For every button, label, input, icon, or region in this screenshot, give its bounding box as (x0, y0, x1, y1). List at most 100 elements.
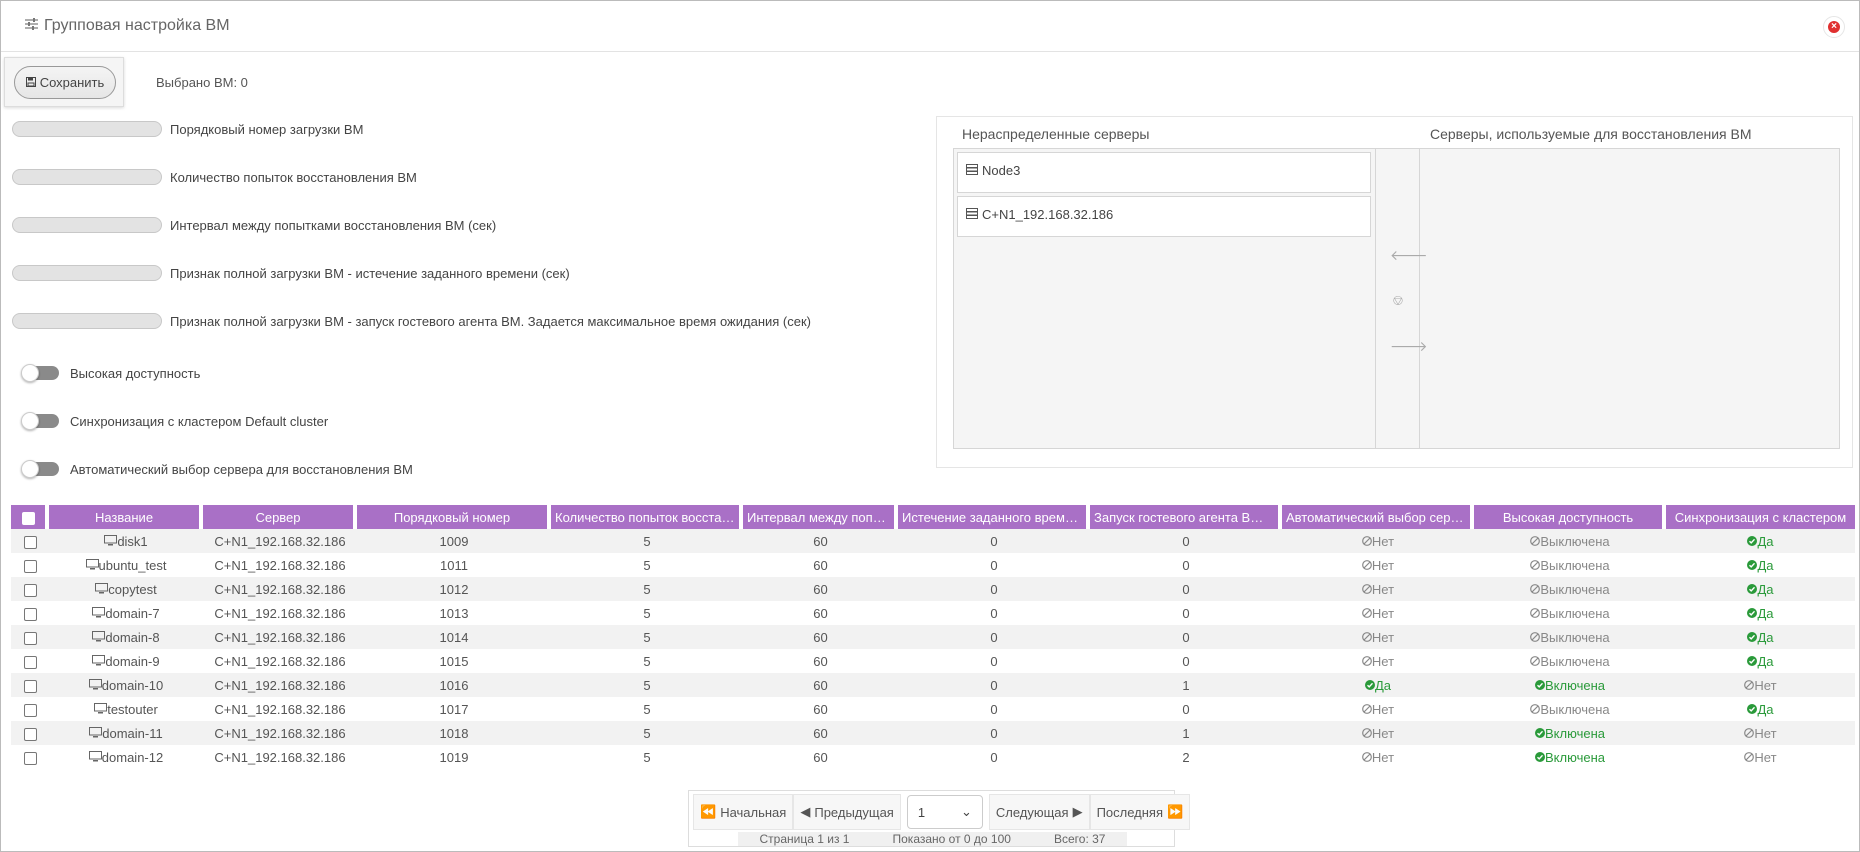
row-checkbox[interactable] (23, 679, 37, 693)
toggle-row-ha: Высокая доступность (21, 364, 200, 382)
move-left-icon[interactable]: 🡐 (1390, 247, 1428, 263)
cell-attempts: 5 (643, 701, 651, 717)
check-circle-icon (1747, 630, 1758, 645)
monitor-icon (88, 750, 102, 765)
row-checkbox[interactable] (23, 607, 37, 621)
row-checkbox[interactable] (23, 559, 37, 573)
cell-interval: 60 (813, 557, 828, 573)
cell-server: C+N1_192.168.32.186 (214, 653, 346, 669)
field-interval: Интервал между попытками восстановления … (12, 216, 496, 234)
prev-page-button[interactable]: ◀ Предыдущая (793, 794, 901, 830)
chevron-right-icon: ▶ (1072, 804, 1083, 819)
cell-agent: 0 (1182, 605, 1190, 621)
cell-timeout: 0 (990, 605, 998, 621)
timeout-input[interactable] (12, 265, 162, 281)
move-right-icon[interactable]: 🡒 (1390, 338, 1428, 354)
table-row[interactable]: domain-11 C+N1_192.168.32.186 1018 5 60 0 1 Нет… (11, 721, 1855, 745)
close-button[interactable]: × (1823, 16, 1845, 38)
ha-toggle[interactable] (21, 364, 59, 382)
cell-name: disk1 (49, 529, 203, 553)
toggle-label: Автоматический выбор сервера для восстан… (70, 461, 413, 477)
row-checkbox[interactable] (23, 751, 37, 765)
col-order[interactable]: Порядковый номер (357, 505, 551, 529)
table-row[interactable]: copytest C+N1_192.168.32.186 1012 5 60 0 0 Нет В… (11, 577, 1855, 601)
last-page-button[interactable]: Последняя ⏩ (1089, 794, 1191, 830)
col-attempts[interactable]: Количество попыток восстан... (551, 505, 743, 529)
pagination: ⏪ Начальная ◀ Предыдущая 1 ⌄ Следующая ▶ Пос… (688, 790, 1191, 847)
cell-timeout: 0 (990, 701, 998, 717)
server-item[interactable]: C+N1_192.168.32.186 (957, 196, 1371, 237)
next-page-button[interactable]: Следующая ▶ (988, 794, 1090, 830)
table-row[interactable]: domain-10 C+N1_192.168.32.186 1016 5 60 0 1 Да В… (11, 673, 1855, 697)
cell-server: C+N1_192.168.32.186 (203, 577, 357, 601)
table-row[interactable]: disk1 C+N1_192.168.32.186 1009 5 60 0 0 Нет Выкл… (11, 529, 1855, 553)
row-checkbox-cell (11, 673, 49, 697)
col-interval[interactable]: Интервал между попы... (743, 505, 898, 529)
row-checkbox[interactable] (23, 583, 37, 597)
row-checkbox-cell (11, 745, 49, 769)
check-circle-icon (1364, 678, 1375, 693)
attempts-input[interactable] (12, 169, 162, 185)
row-checkbox[interactable] (23, 655, 37, 669)
sync-toggle[interactable] (21, 412, 59, 430)
cell-timeout: 0 (990, 749, 998, 765)
cell-server: C+N1_192.168.32.186 (203, 721, 357, 745)
row-checkbox[interactable] (23, 631, 37, 645)
cell-name: domain-10 (49, 673, 203, 697)
table-row[interactable]: domain-8 C+N1_192.168.32.186 1014 5 60 0 0 Нет В… (11, 625, 1855, 649)
row-checkbox[interactable] (23, 703, 37, 717)
cell-name: domain-11 (49, 721, 203, 745)
cell-auto-server: Нет (1282, 529, 1474, 553)
cell-server: C+N1_192.168.32.186 (214, 557, 346, 573)
dialog-title-text: Групповая настройка ВМ (44, 17, 230, 34)
cell-auto-server: Нет (1282, 649, 1474, 673)
cell-name: testouter (49, 697, 203, 721)
cell-agent: 1 (1090, 673, 1282, 697)
check-circle-icon (1535, 750, 1546, 765)
server-item[interactable]: Node3 (957, 152, 1371, 193)
col-sync[interactable]: Синхронизация с кластером (1666, 505, 1855, 529)
row-checkbox[interactable] (23, 727, 37, 741)
save-button[interactable]: Сохранить (14, 66, 116, 99)
agent-timeout-input[interactable] (12, 313, 162, 329)
cell-order: 1013 (439, 605, 469, 621)
server-lists: Node3 C+N1_192.168.32.186 🡐 ⎊ 🡒 (953, 148, 1840, 449)
col-ha[interactable]: Высокая доступность (1474, 505, 1666, 529)
cell-agent: 0 (1090, 625, 1282, 649)
auto-server-toggle[interactable] (21, 460, 59, 478)
cell-sync: Да (1666, 649, 1855, 673)
col-agent[interactable]: Запуск гостевого агента ВМ ... (1090, 505, 1282, 529)
page-select[interactable]: 1 ⌄ (906, 795, 983, 829)
cell-sync: Да (1666, 625, 1855, 649)
toggle-label: Синхронизация с кластером Default cluste… (70, 413, 329, 429)
table-row[interactable]: domain-9 C+N1_192.168.32.186 1015 5 60 0 0 Нет В… (11, 649, 1855, 673)
transfer-controls: 🡐 ⎊ 🡒 (1376, 149, 1428, 448)
cell-interval: 60 (743, 673, 898, 697)
save-button-label: Сохранить (39, 75, 105, 90)
select-all-checkbox[interactable] (11, 505, 49, 529)
cell-sync: Да (1666, 697, 1855, 721)
interval-input[interactable] (12, 217, 162, 233)
cell-attempts: 5 (551, 625, 743, 649)
first-page-button[interactable]: ⏪ Начальная (693, 794, 794, 830)
cell-auto-server: Нет (1282, 601, 1474, 625)
table-row[interactable]: domain-7 C+N1_192.168.32.186 1013 5 60 0 0 Нет В… (11, 601, 1855, 625)
cell-ha: Выключена (1474, 553, 1666, 577)
col-server[interactable]: Сервер (203, 505, 357, 529)
table-row[interactable]: domain-12 C+N1_192.168.32.186 1019 5 60 0 2 Нет… (11, 745, 1855, 769)
ban-icon (1530, 582, 1541, 597)
cell-name: domain-9 (49, 649, 203, 673)
col-name[interactable]: Название (49, 505, 203, 529)
col-timeout[interactable]: Истечение заданного време... (898, 505, 1090, 529)
boot-order-input[interactable] (12, 121, 162, 137)
cell-timeout: 0 (898, 721, 1090, 745)
field-label: Интервал между попытками восстановления … (170, 217, 497, 233)
table-row[interactable]: ubuntu_test C+N1_192.168.32.186 1011 5 60 0 0 Н… (11, 553, 1855, 577)
reset-icon[interactable]: ⎊ (1390, 292, 1406, 308)
dialog-title: Групповая настройка ВМ (25, 17, 230, 35)
server-icon (966, 163, 978, 192)
row-checkbox[interactable] (23, 535, 37, 549)
server-icon (966, 207, 978, 236)
table-row[interactable]: testouter C+N1_192.168.32.186 1017 5 60 0 0 Нет… (11, 697, 1855, 721)
col-auto-server[interactable]: Автоматический выбор серв... (1282, 505, 1474, 529)
